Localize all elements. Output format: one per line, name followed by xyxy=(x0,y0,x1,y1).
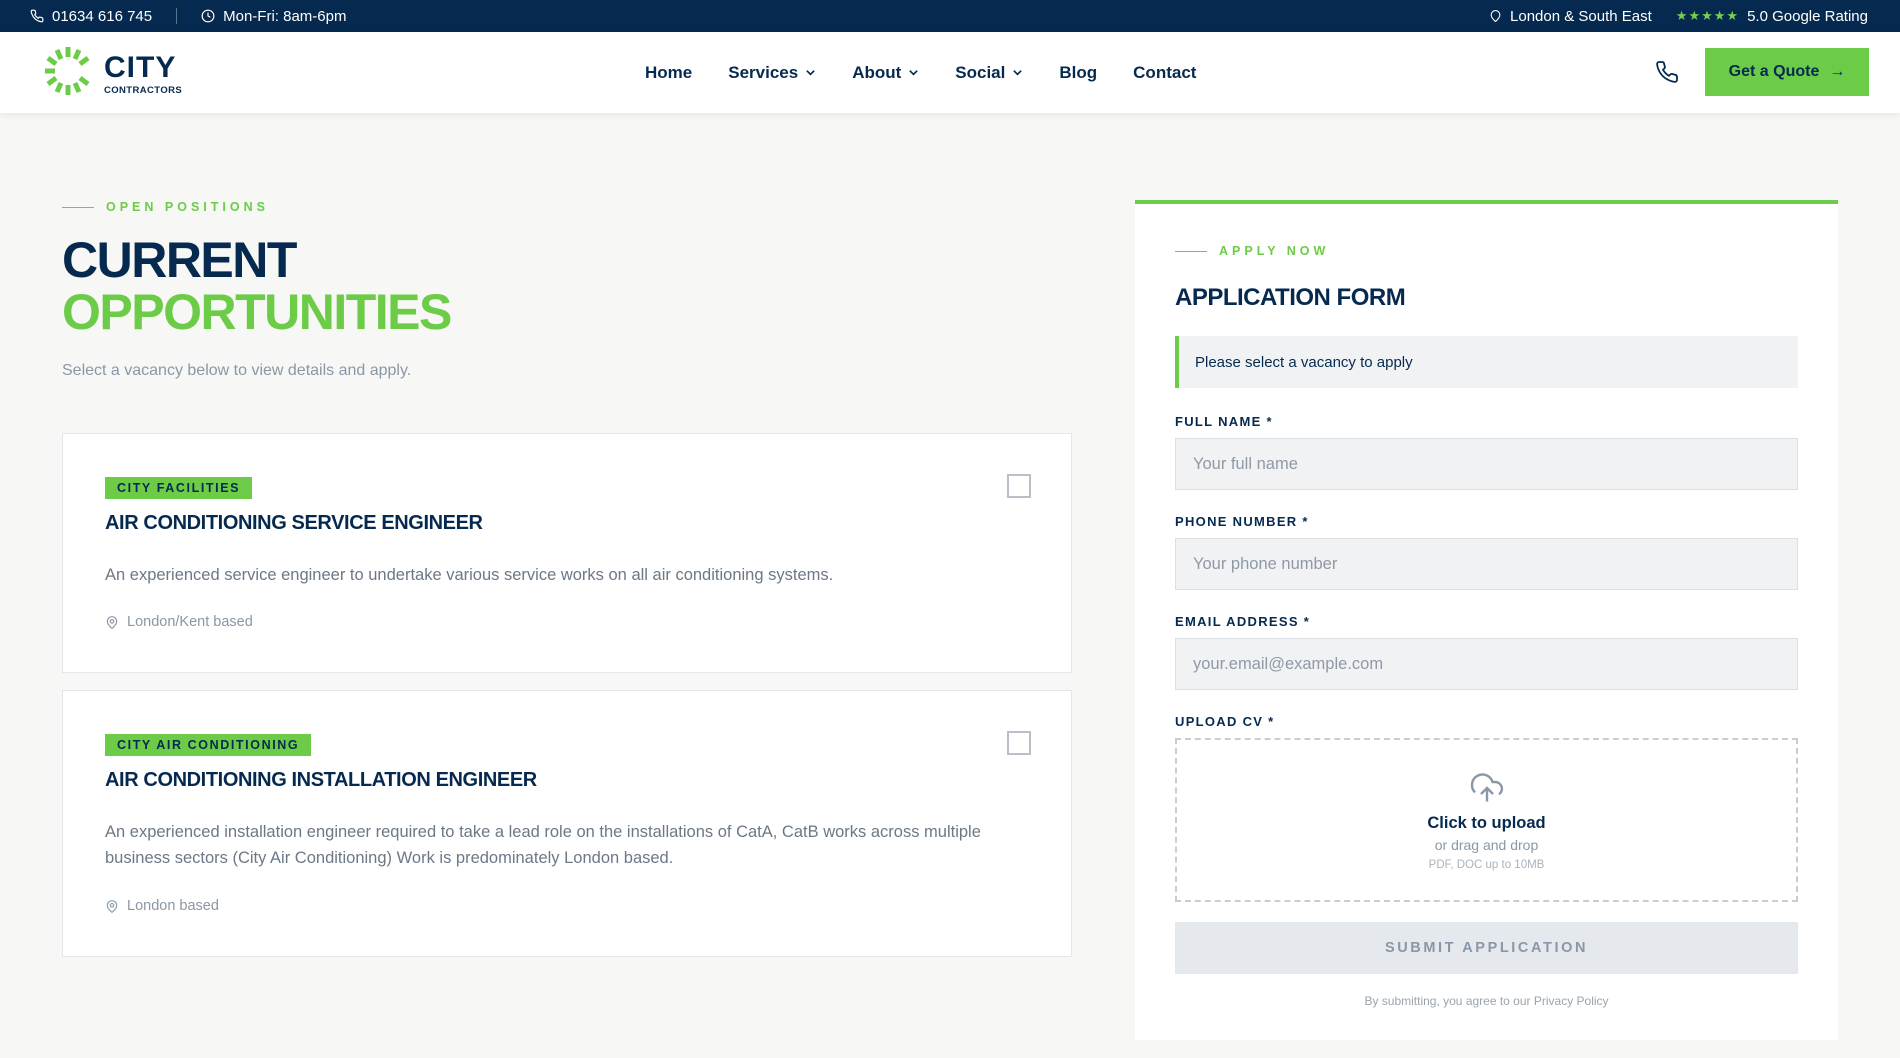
job-location: London based xyxy=(105,898,219,914)
form-eyebrow-text: APPLY NOW xyxy=(1219,244,1330,258)
job-card[interactable]: CITY FACILITIES AIR CONDITIONING SERVICE… xyxy=(62,433,1072,673)
opportunities-intro: OPEN POSITIONS CURRENT OPPORTUNITIES Sel… xyxy=(62,200,1072,380)
section-eyebrow: OPEN POSITIONS xyxy=(62,200,1072,214)
cv-upload-dropzone[interactable]: Click to upload or drag and drop PDF, DO… xyxy=(1175,738,1798,902)
arrow-right-icon: → xyxy=(1829,63,1846,80)
rating-stars: ★★★★★ xyxy=(1675,8,1740,23)
job-title: AIR CONDITIONING INSTALLATION ENGINEER xyxy=(105,769,537,791)
job-location-text: London based xyxy=(127,898,219,914)
nav-home[interactable]: Home xyxy=(645,63,692,83)
page-subtitle: Select a vacancy below to view details a… xyxy=(62,362,412,379)
map-pin-icon xyxy=(1489,9,1502,23)
top-bar: 01634 616 745 Mon-Fri: 8am-6pm London & … xyxy=(0,0,1900,32)
form-eyebrow: APPLY NOW xyxy=(1175,244,1798,258)
nav-contact-label: Contact xyxy=(1133,62,1197,82)
job-card[interactable]: CITY AIR CONDITIONING AIR CONDITIONING I… xyxy=(62,690,1072,957)
nav-social[interactable]: Social xyxy=(955,63,1023,83)
vacancy-notice: Please select a vacancy to apply xyxy=(1175,336,1798,388)
chevron-down-icon xyxy=(909,70,919,76)
job-title: AIR CONDITIONING SERVICE ENGINEER xyxy=(105,512,483,534)
topbar-hours: Mon-Fri: 8am-6pm xyxy=(201,8,346,25)
topbar-hours-text: Mon-Fri: 8am-6pm xyxy=(223,7,347,25)
job-description: An experienced installation engineer req… xyxy=(105,823,981,867)
divider xyxy=(176,8,178,24)
email-label: EMAIL ADDRESS * xyxy=(1175,614,1311,629)
logo[interactable]: CITY CONTRACTORS xyxy=(42,44,182,105)
full-name-label: FULL NAME * xyxy=(1175,414,1273,429)
quote-label: Get a Quote xyxy=(1728,63,1820,80)
chevron-down-icon xyxy=(1013,70,1023,76)
nav-contact[interactable]: Contact xyxy=(1133,63,1196,83)
job-location-text: London/Kent based xyxy=(127,614,253,630)
cloud-upload-icon xyxy=(1470,772,1503,801)
email-input[interactable] xyxy=(1175,638,1798,690)
phone-number-input[interactable] xyxy=(1175,538,1798,590)
job-category-badge: CITY AIR CONDITIONING xyxy=(105,734,312,756)
upload-title: Click to upload xyxy=(1427,813,1546,832)
nav-home-label: Home xyxy=(645,62,693,82)
nav-services-label: Services xyxy=(728,62,799,82)
application-form: APPLY NOW APPLICATION FORM Please select… xyxy=(1135,200,1838,1040)
upload-subtitle: or drag and drop xyxy=(1434,836,1539,853)
topbar-phone[interactable]: 01634 616 745 xyxy=(30,8,152,25)
topbar-location-text: London & South East xyxy=(1510,7,1652,25)
nav-blog[interactable]: Blog xyxy=(1059,63,1097,83)
eyebrow-text: OPEN POSITIONS xyxy=(106,200,269,214)
job-location: London/Kent based xyxy=(105,614,253,630)
page-title-line1: CURRENT xyxy=(62,232,297,288)
job-select-checkbox[interactable] xyxy=(1007,474,1031,498)
full-name-input[interactable] xyxy=(1175,438,1798,490)
logo-contractors: CONTRACTORS xyxy=(104,85,183,97)
job-category-badge: CITY FACILITIES xyxy=(105,477,253,499)
get-a-quote-button[interactable]: Get a Quote → xyxy=(1705,48,1869,96)
topbar-phone-number: 01634 616 745 xyxy=(52,7,153,25)
topbar-location: London & South East xyxy=(1489,8,1652,25)
phone-label: PHONE NUMBER * xyxy=(1175,514,1309,529)
nav-about[interactable]: About xyxy=(852,63,919,83)
eyebrow-line xyxy=(1175,250,1207,252)
upload-hint: PDF, DOC up to 10MB xyxy=(1428,858,1545,871)
privacy-consent-text: By submitting, you agree to our Privacy … xyxy=(1364,994,1609,1008)
submit-application-button[interactable]: SUBMIT APPLICATION xyxy=(1175,922,1798,974)
nav-services[interactable]: Services xyxy=(728,63,816,83)
page-title-line2: OPPORTUNITIES xyxy=(62,284,452,340)
map-pin-icon xyxy=(106,615,118,629)
vacancy-notice-text: Please select a vacancy to apply xyxy=(1195,353,1413,371)
nav-social-label: Social xyxy=(955,62,1006,82)
map-pin-icon xyxy=(106,899,118,913)
logo-wordmark: CITY CONTRACTORS xyxy=(104,53,182,96)
logo-sunburst-icon xyxy=(42,44,94,105)
main-nav: Home Services About Social Blog Contact xyxy=(645,32,1196,113)
phone-icon xyxy=(30,9,44,23)
chevron-down-icon xyxy=(806,70,815,76)
job-description: An experienced service engineer to under… xyxy=(105,566,834,584)
eyebrow-line xyxy=(62,206,94,208)
logo-city: CITY xyxy=(104,51,177,85)
google-rating[interactable]: ★★★★★ 5.0 Google Rating xyxy=(1676,8,1868,25)
phone-icon xyxy=(1656,61,1678,83)
rating-text: 5.0 Google Rating xyxy=(1747,7,1868,25)
site-header: CITY CONTRACTORS Home Services About Soc… xyxy=(0,32,1900,113)
form-title: APPLICATION FORM xyxy=(1175,284,1406,311)
nav-blog-label: Blog xyxy=(1059,62,1098,82)
clock-icon xyxy=(201,9,215,23)
job-select-checkbox[interactable] xyxy=(1007,731,1031,755)
header-phone-button[interactable] xyxy=(1655,60,1681,86)
upload-cv-label: UPLOAD CV * xyxy=(1175,714,1275,729)
nav-about-label: About xyxy=(852,62,902,82)
